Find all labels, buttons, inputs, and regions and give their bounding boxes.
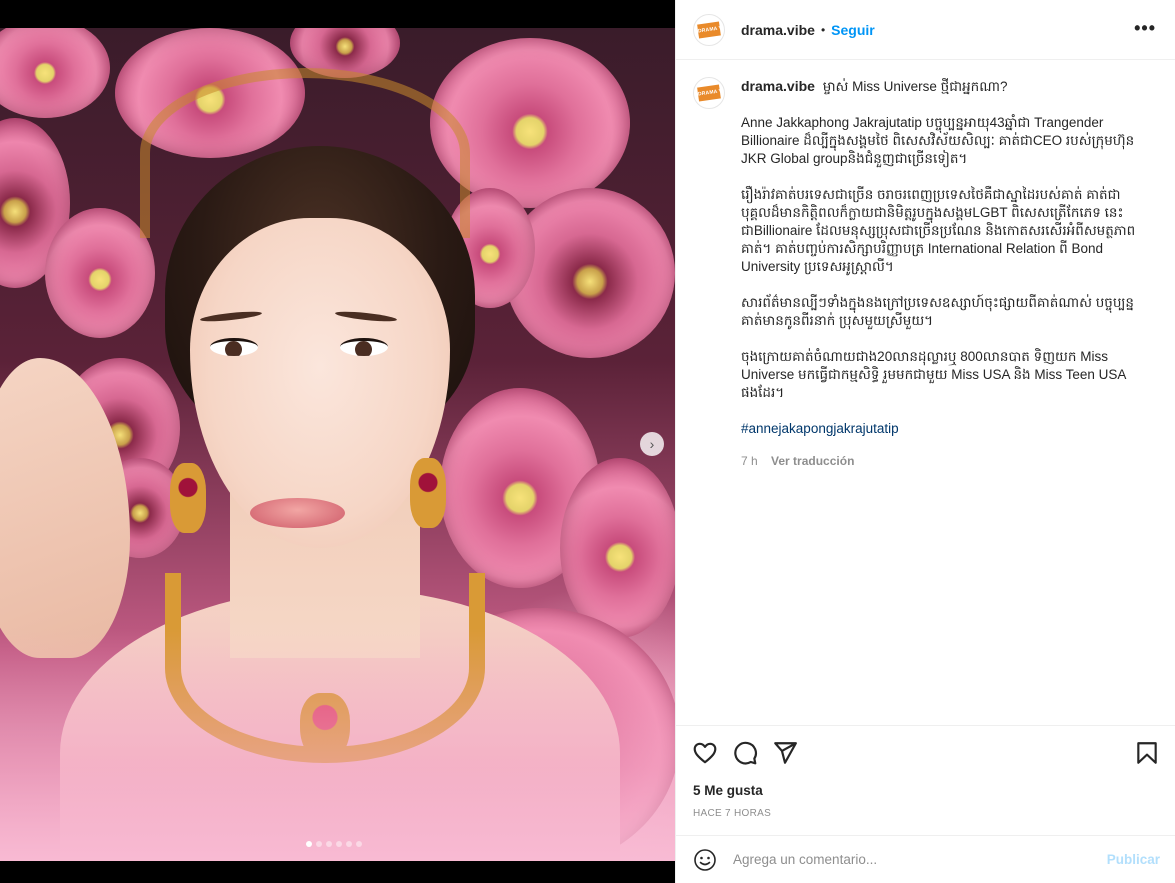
heart-icon[interactable]	[692, 740, 718, 766]
chevron-right-icon: ›	[649, 436, 655, 452]
carousel-indicator	[306, 841, 362, 847]
caption-paragraph: រឿងរ៉ាវគាត់បរទេសជាច្រើន ចរាចរពេញប្រទេសថៃ…	[741, 187, 1136, 274]
likes-count[interactable]: 5 Me gusta	[693, 783, 763, 798]
see-translation-button[interactable]: Ver traducción	[771, 454, 854, 468]
add-comment-bar: Publicar	[676, 835, 1175, 883]
post-media: ›	[0, 0, 675, 883]
lotus-flower	[0, 28, 110, 118]
right-earring	[410, 458, 446, 528]
carousel-dot	[356, 841, 362, 847]
separator-dot: •	[820, 22, 826, 37]
carousel-dot	[326, 841, 332, 847]
post-actions: 5 Me gusta HACE 7 HORAS	[676, 725, 1175, 835]
caption-username[interactable]: drama.vibe	[741, 78, 815, 94]
bookmark-icon[interactable]	[1134, 740, 1160, 766]
caption-paragraph: ចុងក្រោយគាត់ចំណាយជាង20លានដុល្លារឬ 800លាន…	[741, 349, 1126, 400]
next-slide-button[interactable]: ›	[640, 432, 664, 456]
hashtag-link[interactable]: #annejakapongjakrajutatip	[741, 421, 899, 436]
left-eye	[210, 338, 258, 356]
carousel-dot	[336, 841, 342, 847]
post-image[interactable]	[0, 28, 675, 861]
avatar[interactable]: DRAMA VIBE	[693, 13, 725, 46]
carousel-dot	[316, 841, 322, 847]
post-comment-button[interactable]: Publicar	[1107, 852, 1160, 867]
header-username[interactable]: drama.vibe	[741, 22, 815, 38]
caption-section: DRAMA VIBE drama.vibe ម្ចាស់ Miss Univer…	[676, 61, 1175, 725]
caption-paragraph: សារព័ត៌មានល្បីៗទាំងក្នុងនងក្រៅប្រទេសឧស្ស…	[741, 295, 1134, 328]
carousel-dot	[346, 841, 352, 847]
lotus-flower	[560, 458, 675, 638]
comment-input[interactable]	[733, 852, 1103, 867]
post-details-panel: DRAMA VIBE drama.vibe • Seguir ••• DRAMA…	[675, 0, 1175, 883]
post-timestamp: HACE 7 HORAS	[693, 808, 772, 819]
caption-paragraph: Anne Jakkaphong Jakrajutatip បច្ចុប្បន្ន…	[741, 115, 1135, 166]
carousel-dot	[306, 841, 312, 847]
lotus-flower	[45, 208, 155, 338]
follow-button[interactable]: Seguir	[831, 22, 875, 38]
lips	[250, 498, 345, 528]
brand-logo: DRAMA VIBE	[697, 84, 721, 102]
left-earring	[170, 463, 206, 533]
caption-avatar[interactable]: DRAMA VIBE	[693, 77, 725, 109]
comment-icon[interactable]	[732, 740, 758, 766]
brand-logo: DRAMA VIBE	[697, 21, 721, 38]
more-options-icon[interactable]: •••	[1134, 18, 1156, 39]
caption-title: ម្ចាស់ Miss Universe ថ្មីជាអ្នកណា?	[822, 79, 1008, 94]
caption-time: 7 h	[741, 454, 758, 468]
emoji-icon[interactable]	[693, 848, 717, 872]
caption-text: drama.vibe ម្ចាស់ Miss Universe ថ្មីជាអ្…	[741, 77, 1141, 470]
share-icon[interactable]	[772, 740, 798, 766]
pink-veil	[0, 628, 675, 861]
post-header: DRAMA VIBE drama.vibe • Seguir •••	[676, 0, 1175, 60]
right-eye	[340, 338, 388, 356]
